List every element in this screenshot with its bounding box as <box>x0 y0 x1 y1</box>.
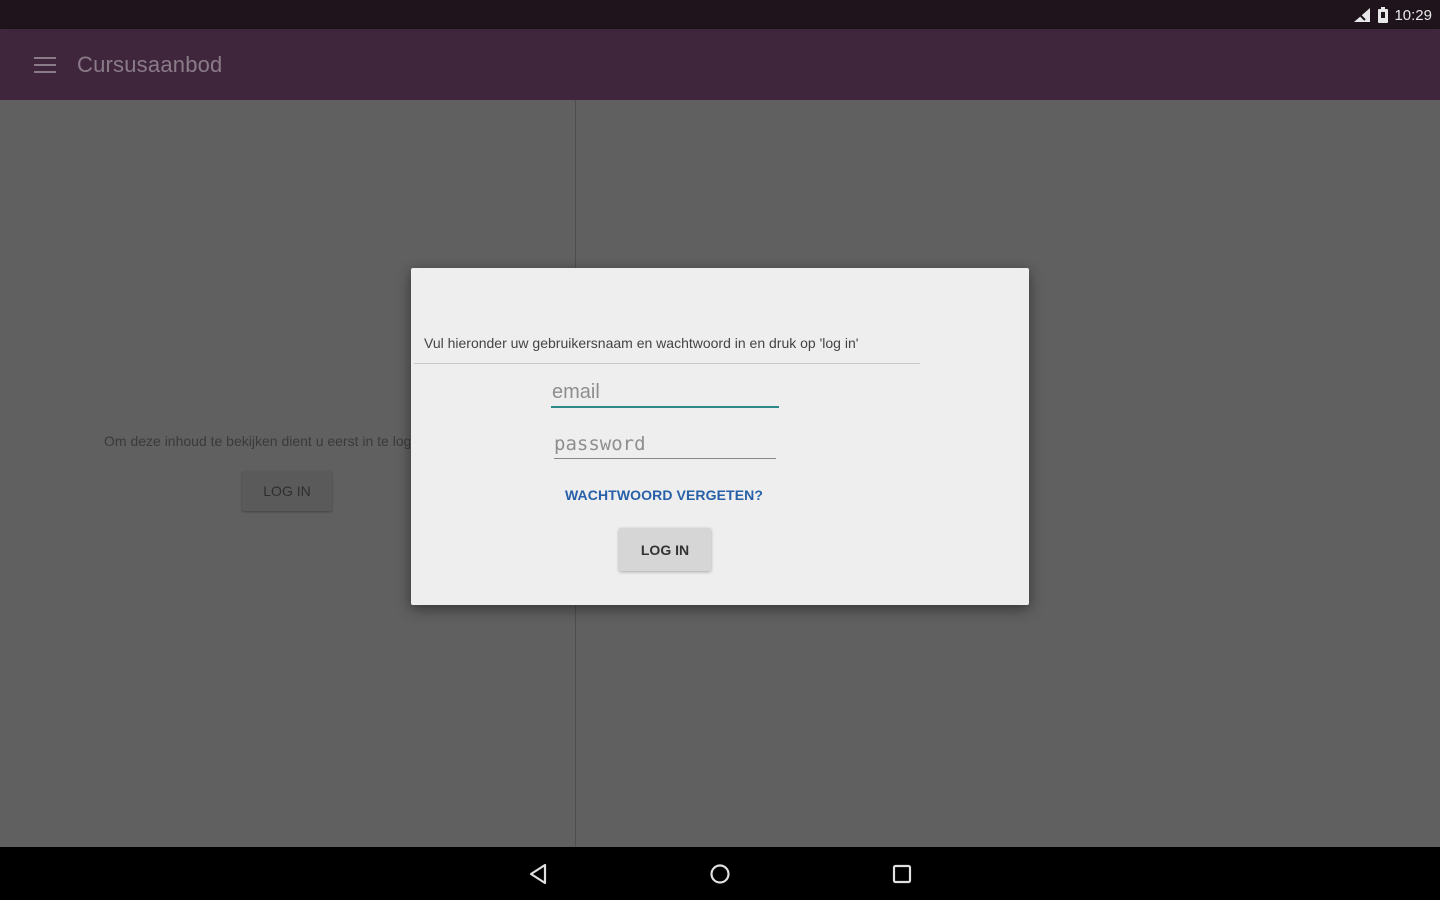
forgot-password-link[interactable]: WACHTWOORD VERGETEN? <box>565 487 763 503</box>
status-icons: 10:29 <box>1352 5 1432 25</box>
dialog-login-button[interactable]: LOG IN <box>619 528 711 571</box>
navigation-bar <box>0 847 1440 900</box>
app-title: Cursusaanbod <box>77 52 223 77</box>
status-time: 10:29 <box>1394 6 1432 24</box>
password-field[interactable] <box>554 429 776 459</box>
recents-icon[interactable] <box>888 860 916 888</box>
dialog-message: Vul hieronder uw gebruikersnaam en wacht… <box>424 335 859 351</box>
back-icon[interactable] <box>525 860 553 888</box>
status-bar: 10:29 <box>0 0 1440 29</box>
menu-icon[interactable] <box>30 51 60 79</box>
email-field[interactable] <box>551 378 779 408</box>
app-bar: Cursusaanbod <box>0 29 1440 100</box>
home-icon[interactable] <box>706 860 734 888</box>
signal-icon <box>1354 8 1371 22</box>
login-required-message: Om deze inhoud te bekijken dient u eerst… <box>104 433 410 449</box>
dialog-divider <box>414 363 920 364</box>
left-login-button[interactable]: LOG IN <box>242 471 332 511</box>
battery-icon <box>1378 7 1389 23</box>
login-dialog: Vul hieronder uw gebruikersnaam en wacht… <box>411 268 1029 605</box>
